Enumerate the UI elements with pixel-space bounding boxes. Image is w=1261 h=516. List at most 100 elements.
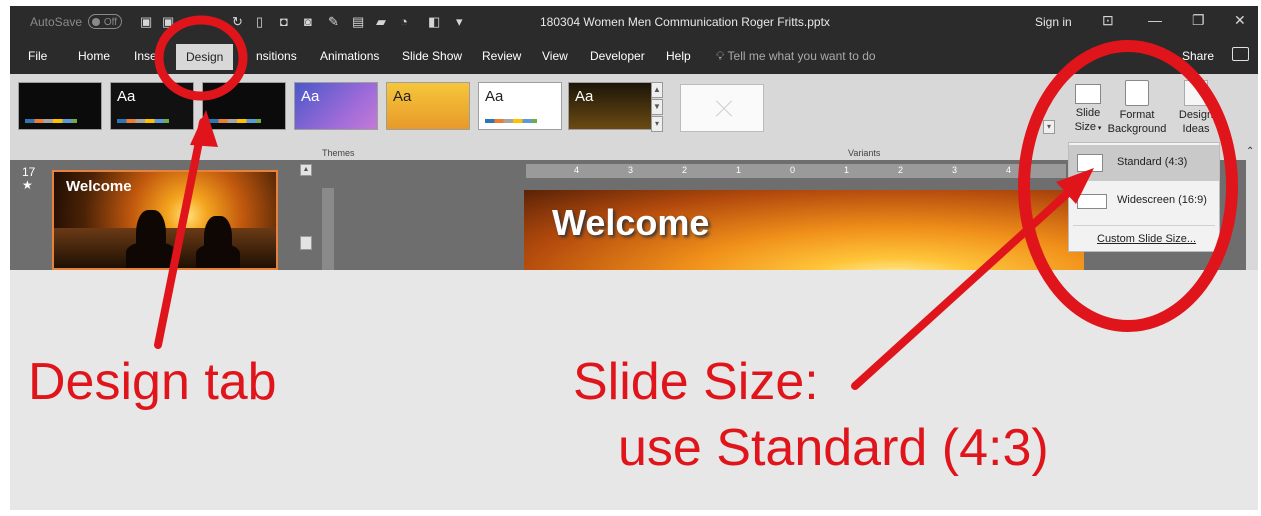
collapse-ribbon-icon[interactable]: ⌃ [1246,146,1254,157]
widescreen-label: Widescreen (16:9) [1117,194,1207,206]
animation-star-icon: ★ [22,178,33,192]
standard-slide-icon [1077,154,1103,172]
save-as-icon[interactable]: ▣ [162,14,174,30]
variants-more-icon[interactable]: ▾ [1043,120,1055,134]
ruler-tick: 3 [628,165,634,175]
theme-tile[interactable]: Aa [478,82,562,130]
format-background-label-2: Background [1107,123,1167,135]
ruler-tick: 4 [1006,165,1012,175]
design-ideas-icon [1184,80,1208,106]
close-icon[interactable]: ✕ [1234,12,1246,29]
theme-color-bars [485,119,537,123]
ruler-tick: 3 [952,165,958,175]
theme-sample-text: Aa [485,88,504,105]
theme-color-bars [25,119,77,123]
camera-icon[interactable]: ◘ [280,14,288,29]
widescreen-slide-icon [1077,194,1107,209]
maximize-icon[interactable]: ❐ [1192,12,1205,29]
slide-thumbnail[interactable]: Welcome [52,170,278,270]
silhouette-man-body [126,242,176,268]
thumbnail-title: Welcome [66,178,132,195]
slide-canvas[interactable]: Welcome [524,190,1084,270]
slide-size-menu: Standard (4:3) Widescreen (16:9) Custom … [1068,142,1220,252]
annotation-slide-size: Slide Size: [573,353,819,411]
spelling-icon[interactable]: ✎ [328,14,339,30]
share-button[interactable]: Share [1182,49,1214,63]
tab-home[interactable]: Home [78,49,110,63]
theme-tile[interactable] [18,82,102,130]
theme-tile[interactable] [202,82,286,130]
print-preview-icon[interactable]: ◙ [304,14,312,29]
tab-review[interactable]: Review [482,49,521,63]
slide-size-label-2: Size [1074,121,1096,133]
tab-view[interactable]: View [542,49,568,63]
minimize-icon[interactable]: — [1148,12,1162,28]
ribbon-display-icon[interactable]: ⊡ [1102,12,1114,29]
editor-scrollbar[interactable] [1246,160,1258,270]
tell-me-search[interactable]: 💡︎ Tell me what you want to do [716,49,876,64]
theme-sample-text: Aa [301,88,320,105]
slide-size-button[interactable]: Slide Size ▾ [1070,80,1106,136]
theme-sample-text: Aa [117,88,136,105]
sign-in-link[interactable]: Sign in [1035,15,1072,29]
theme-sample-text: Aa [575,88,594,105]
theme-tile[interactable]: Aa [568,82,652,130]
horizontal-ruler: 4 3 2 1 0 1 2 3 4 [526,164,1066,178]
theme-tile[interactable]: Aa [110,82,194,130]
format-background-label-1: Format [1119,109,1155,121]
present-icon[interactable]: ▤ [352,14,364,30]
theme-color-bars [209,119,261,123]
thumbnails-scrollbar[interactable]: ▲ [300,164,312,268]
redo-icon[interactable]: ↻ [232,14,243,30]
slide-size-label-1: Slide [1075,107,1101,119]
slide-number: 17 ★ [22,166,35,192]
standard-label: Standard (4:3) [1117,156,1188,168]
ruler-tick: 1 [736,165,742,175]
ribbon-tabs: File Home Inse Design nsitions Animation… [10,38,1258,74]
format-background-button[interactable]: Format Background [1104,80,1170,136]
scrollbar-thumb[interactable] [300,236,312,250]
menu-item-standard[interactable]: Standard (4:3) [1069,145,1219,181]
new-file-icon[interactable]: ▯ [256,14,263,30]
layout-icon[interactable]: ◧ [428,14,440,30]
chevron-down-icon[interactable]: ▼ [651,99,663,115]
open-folder-icon[interactable]: ▰ [376,14,386,30]
comments-icon[interactable] [1232,47,1249,61]
tab-animations[interactable]: Animations [320,49,379,63]
tab-help[interactable]: Help [666,49,691,63]
tab-developer[interactable]: Developer [590,49,645,63]
themes-group-label: Themes [322,148,355,158]
ruler-tick: 4 [574,165,580,175]
tab-insert[interactable]: Inse [134,49,157,63]
theme-color-bars [117,119,169,123]
tab-slide-show[interactable]: Slide Show [402,49,462,63]
ruler-tick: 2 [682,165,688,175]
design-ideas-label-2: Ideas [1182,123,1210,135]
silhouette-woman-body [196,244,240,268]
customize-qat-icon[interactable]: ▾ [456,14,463,30]
title-bar: AutoSave Off ▣ ▣ ↻ ▯ ◘ ◙ ✎ ▤ ▰ ◔ ◧ ▾ 180… [10,6,1258,38]
theme-tile[interactable]: Aa [294,82,378,130]
more-icon[interactable]: ▾ [651,116,663,132]
menu-divider [1073,225,1215,226]
design-ideas-button[interactable]: Design Ideas [1176,80,1216,136]
tab-file[interactable]: File [28,49,47,63]
scroll-up-icon[interactable]: ▲ [300,164,312,176]
slide-size-icon [1075,84,1101,104]
save-icon[interactable]: ▣ [140,14,152,30]
menu-item-widescreen[interactable]: Widescreen (16:9) [1069,183,1219,219]
tab-design[interactable]: Design [176,44,234,70]
tell-me-text: Tell me what you want to do [727,49,876,63]
theme-tile[interactable]: Aa [386,82,470,130]
slide-title[interactable]: Welcome [552,202,709,244]
variants-group-label: Variants [848,148,881,158]
shapes-icon[interactable]: ◔ [400,14,408,29]
variant-tile[interactable] [680,84,764,132]
themes-gallery-scroll[interactable]: ▲ ▼ ▾ [651,82,663,134]
chevron-up-icon[interactable]: ▲ [651,82,663,98]
tab-transitions[interactable]: nsitions [256,49,297,63]
vertical-ruler [322,188,334,270]
custom-slide-size-item[interactable]: Custom Slide Size... [1097,233,1196,245]
autosave-toggle[interactable]: Off [88,14,122,29]
theme-sample-text: Aa [393,88,412,105]
